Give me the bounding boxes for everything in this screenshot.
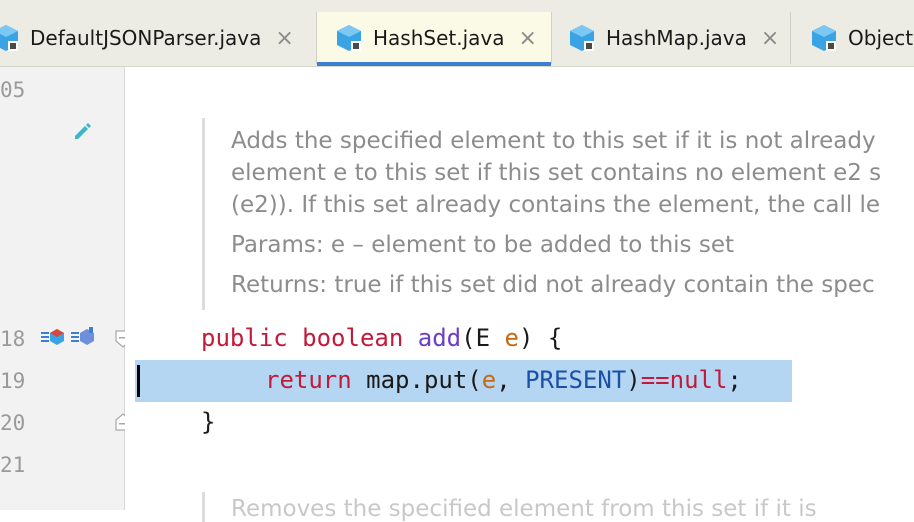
close-icon[interactable]: ×: [761, 26, 779, 51]
tab-hashset[interactable]: HashSet.java ×: [317, 12, 551, 66]
code-line-19[interactable]: return map.put(e, PRESENT)==null;: [265, 366, 742, 394]
doc-text: Adds the specified element to this set i…: [231, 128, 876, 154]
tab-label: HashSet.java: [373, 26, 505, 50]
code-token: ,: [496, 366, 526, 394]
tab-label: Object: [848, 26, 914, 50]
code-token: ): [626, 366, 641, 394]
constant: PRESENT: [525, 366, 627, 394]
keyword: null: [669, 366, 728, 394]
line-number: 20: [0, 411, 26, 435]
java-class-icon: [570, 25, 594, 51]
method-name: add: [417, 324, 462, 352]
java-class-icon: [812, 25, 836, 51]
text-caret: [137, 365, 140, 397]
keyword: return: [265, 366, 352, 394]
close-icon[interactable]: ×: [275, 26, 293, 51]
code-token: (: [461, 324, 476, 352]
doc-params: Params: e – element to be added to this …: [231, 232, 735, 258]
doc-returns: Returns: true if this set did not alread…: [231, 272, 875, 298]
code-token: }: [201, 408, 216, 436]
code-line-18[interactable]: public boolean add(E e) {: [201, 324, 562, 352]
line-number: 19: [0, 369, 26, 393]
javadoc-render-block: Adds the specified element to this set i…: [202, 118, 914, 310]
close-icon[interactable]: ×: [519, 26, 537, 51]
code-token: ;: [727, 366, 742, 394]
implements-method-icon[interactable]: [70, 326, 96, 348]
tab-label: DefaultJSONParser.java: [30, 26, 262, 50]
overrides-method-icon[interactable]: [40, 326, 66, 348]
type-name: E: [475, 324, 491, 352]
line-number: 18: [0, 327, 26, 351]
java-class-icon: [0, 25, 18, 51]
javadoc-render-block: Removes the specified element from this …: [202, 492, 914, 522]
tab-object[interactable]: Object: [791, 12, 914, 64]
keyword: boolean: [302, 324, 404, 352]
tab-hashmap[interactable]: HashMap.java ×: [552, 12, 790, 64]
java-class-icon: [337, 25, 361, 51]
tab-defaultjsonparser[interactable]: DefaultJSONParser.java ×: [0, 12, 308, 64]
code-token: ) {: [518, 324, 563, 352]
doc-text: Removes the specified element from this …: [231, 496, 817, 522]
tab-label: HashMap.java: [606, 26, 747, 50]
parameter: e: [481, 366, 497, 394]
keyword: public: [201, 324, 288, 352]
doc-text: (e2)). If this set already contains the …: [231, 192, 881, 218]
editor-tab-bar: DefaultJSONParser.java × HashSet.java × …: [0, 0, 914, 67]
code-token: map.put(: [351, 366, 482, 394]
operator: ==: [640, 366, 670, 394]
editor-gutter: 05 18 19 20 21: [0, 67, 131, 510]
edit-pencil-icon[interactable]: [72, 121, 92, 141]
code-editor[interactable]: Adds the specified element to this set i…: [125, 67, 914, 522]
code-line-20[interactable]: }: [201, 408, 215, 436]
parameter: e: [504, 324, 519, 352]
line-number: 21: [0, 453, 26, 477]
line-number: 05: [0, 78, 26, 102]
doc-text: element e to this set if this set contai…: [231, 160, 882, 186]
